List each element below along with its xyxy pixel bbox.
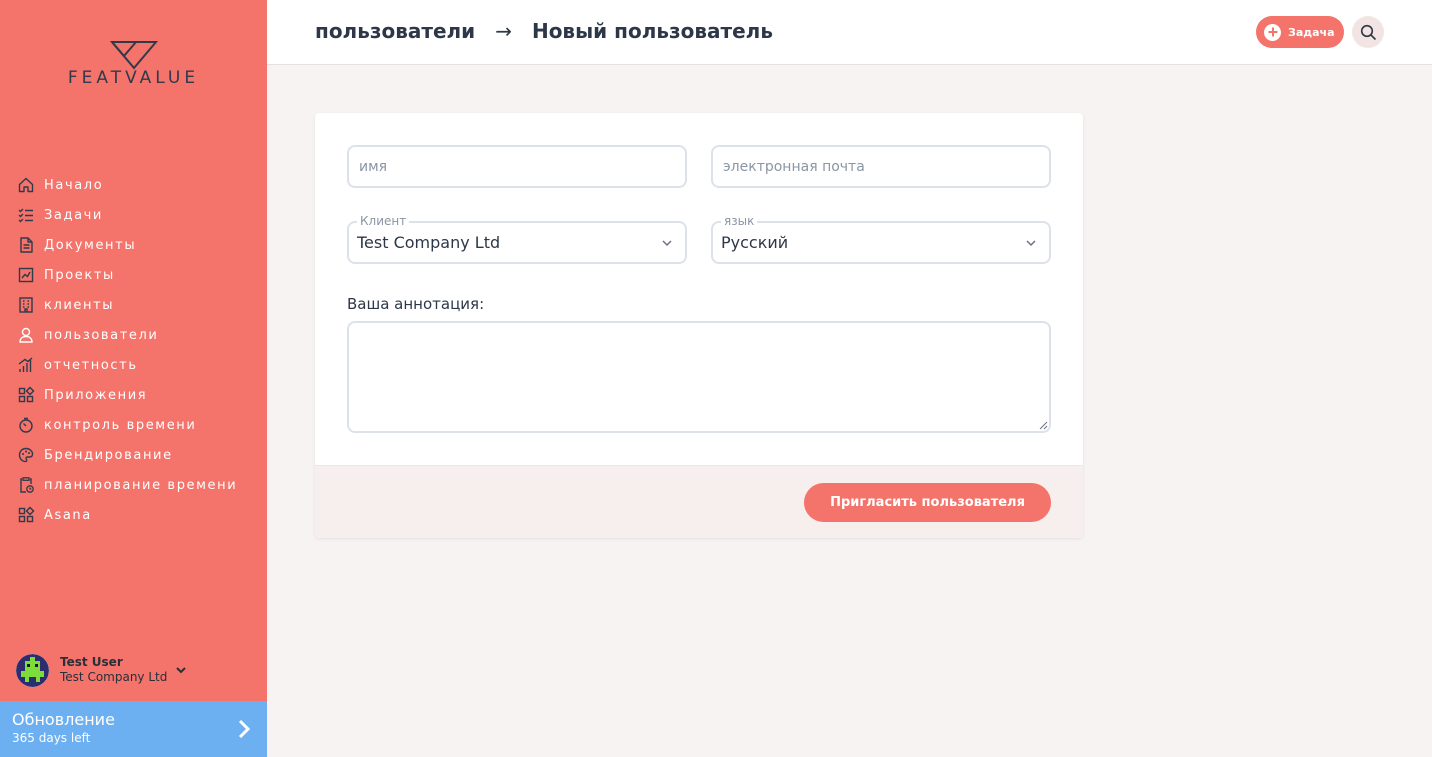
- top-header: пользователи → Новый пользователь Задача: [267, 0, 1432, 65]
- sidebar-item-label: Начало: [44, 177, 104, 193]
- email-field: [711, 145, 1051, 188]
- client-select[interactable]: Клиент Test Company Ltd: [347, 214, 687, 264]
- annotation-label: Ваша аннотация:: [347, 295, 485, 313]
- timer-icon: [17, 416, 35, 434]
- sidebar-item-label: пользователи: [44, 327, 159, 343]
- sidebar-item-label: Проекты: [44, 267, 115, 283]
- search-button[interactable]: [1352, 16, 1384, 48]
- name-field: [347, 145, 687, 188]
- breadcrumb-parent-link[interactable]: пользователи: [315, 19, 475, 43]
- user-menu[interactable]: Test User Test Company Ltd: [16, 652, 256, 688]
- email-input[interactable]: [713, 147, 1049, 186]
- name-input[interactable]: [349, 147, 685, 186]
- breadcrumb-arrow: →: [495, 19, 512, 43]
- client-select-label: Клиент: [357, 214, 410, 228]
- add-task-button[interactable]: Задача: [1256, 16, 1344, 48]
- search-icon: [1360, 24, 1376, 40]
- sidebar-item-label: Брендирование: [44, 447, 173, 463]
- sidebar-item-label: контроль времени: [44, 417, 197, 433]
- sidebar-item-label: Задачи: [44, 207, 103, 223]
- sidebar-item-time-tracking[interactable]: контроль времени: [0, 410, 267, 440]
- chevron-right-icon: [238, 719, 251, 739]
- sidebar-item-users[interactable]: пользователи: [0, 320, 267, 350]
- sidebar-item-home[interactable]: Начало: [0, 170, 267, 200]
- client-select-value: Test Company Ltd: [357, 233, 501, 252]
- sidebar-item-asana[interactable]: Asana: [0, 500, 267, 530]
- sidebar-item-clients[interactable]: клиенты: [0, 290, 267, 320]
- plus-icon: [1264, 23, 1281, 41]
- sidebar-item-label: Asana: [44, 507, 92, 523]
- logo[interactable]: FEATVALUE: [0, 38, 267, 92]
- sidebar-item-label: Приложения: [44, 387, 148, 403]
- breadcrumb: пользователи → Новый пользователь: [315, 19, 773, 43]
- sidebar: FEATVALUE Начало Задачи Документы Проект…: [0, 0, 267, 757]
- palette-icon: [17, 446, 35, 464]
- upgrade-banner[interactable]: Обновление 365 days left: [0, 701, 267, 757]
- sidebar-item-time-planning[interactable]: планирование времени: [0, 470, 267, 500]
- upgrade-title: Обновление: [12, 710, 115, 729]
- bar-chart-icon: [17, 356, 35, 374]
- add-task-label: Задача: [1288, 25, 1335, 39]
- new-user-form-card: Клиент Test Company Ltd язык Русский Ваш…: [315, 113, 1083, 538]
- sidebar-item-apps[interactable]: Приложения: [0, 380, 267, 410]
- avatar: [16, 653, 49, 687]
- clipboard-clock-icon: [17, 476, 35, 494]
- invite-user-button[interactable]: Пригласить пользователя: [804, 483, 1051, 522]
- sidebar-item-documents[interactable]: Документы: [0, 230, 267, 260]
- sidebar-nav: Начало Задачи Документы Проекты клиенты: [0, 170, 267, 530]
- logo-mark-icon: [110, 41, 158, 70]
- user-company: Test Company Ltd: [60, 670, 168, 684]
- apps-grid-icon: [17, 506, 35, 524]
- page-title: Новый пользователь: [531, 19, 773, 43]
- chevron-down-icon: [662, 240, 672, 247]
- sidebar-item-label: клиенты: [44, 297, 115, 313]
- resize-grip-icon[interactable]: [1038, 420, 1048, 430]
- chevron-down-icon: [1026, 240, 1036, 247]
- apps-grid-icon: [17, 386, 35, 404]
- document-icon: [17, 236, 35, 254]
- user-name: Test User: [60, 655, 123, 669]
- chevron-down-icon: [176, 667, 187, 674]
- user-icon: [17, 326, 35, 344]
- home-icon: [17, 176, 35, 194]
- sidebar-item-label: Документы: [44, 237, 137, 253]
- language-select[interactable]: язык Русский: [711, 214, 1051, 264]
- sidebar-item-label: отчетность: [44, 357, 138, 373]
- logo-text: FEATVALUE: [67, 68, 200, 88]
- building-icon: [17, 296, 35, 314]
- chart-board-icon: [17, 266, 35, 284]
- upgrade-days-left: 365 days left: [12, 731, 91, 745]
- sidebar-item-branding[interactable]: Брендирование: [0, 440, 267, 470]
- language-select-label: язык: [721, 214, 758, 228]
- sidebar-item-label: планирование времени: [44, 477, 238, 493]
- sidebar-item-projects[interactable]: Проекты: [0, 260, 267, 290]
- sidebar-item-tasks[interactable]: Задачи: [0, 200, 267, 230]
- user-info: Test User Test Company Ltd: [60, 655, 167, 685]
- sidebar-item-reporting[interactable]: отчетность: [0, 350, 267, 380]
- language-select-value: Русский: [721, 233, 789, 252]
- checklist-icon: [17, 206, 35, 224]
- form-footer: Пригласить пользователя: [315, 465, 1083, 538]
- annotation-textarea[interactable]: [347, 321, 1051, 433]
